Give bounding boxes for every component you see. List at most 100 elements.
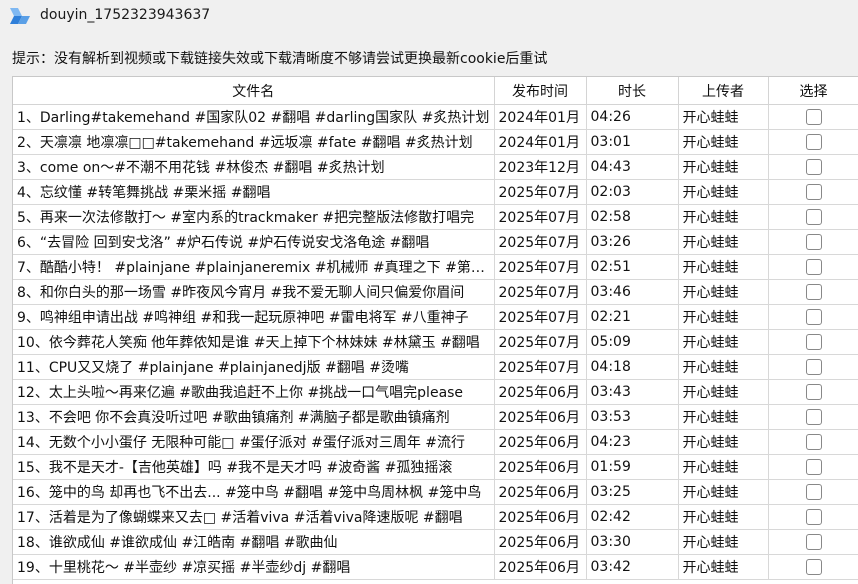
table-row[interactable]: 16、笼中的鸟 却再也飞不出去... #笼中鸟 #翻唱 #笼中鸟周林枫 #笼中鸟…	[13, 479, 858, 505]
cell-publish-date: 2025年07月	[494, 354, 587, 380]
select-checkbox[interactable]	[805, 459, 822, 475]
column-header-uploader[interactable]: 上传者	[678, 77, 769, 105]
cell-duration: 03:30	[586, 529, 679, 555]
cell-select	[768, 429, 858, 455]
cell-filename: 13、不会吧 你不会真没听过吧 #歌曲镇痛剂 #满脑子都是歌曲镇痛剂	[13, 404, 495, 430]
select-checkbox[interactable]	[805, 509, 822, 525]
select-checkbox[interactable]	[805, 534, 822, 550]
cell-uploader: 开心蛙蛙	[678, 129, 769, 155]
cell-filename: 18、谁欲成仙 #谁欲成仙 #江皓南 #翻唱 #歌曲仙	[13, 529, 495, 555]
cell-publish-date: 2025年07月	[494, 254, 587, 280]
cell-select	[768, 454, 858, 480]
cell-publish-date: 2024年01月	[494, 129, 587, 155]
cell-publish-date: 2025年07月	[494, 179, 587, 205]
table-row[interactable]: 4、忘纹懂 #转笔舞挑战 #栗米摇 #翻唱 2025年07月 02:03 开心蛙蛙	[13, 179, 858, 205]
cell-uploader: 开心蛙蛙	[678, 104, 769, 130]
cell-duration: 03:46	[586, 279, 679, 305]
cell-publish-date: 2025年07月	[494, 204, 587, 230]
table-row[interactable]: 9、鸣神组申请出战 #鸣神组 #和我一起玩原神吧 #雷电将军 #八重神子 2025…	[13, 304, 858, 330]
cell-duration: 02:42	[586, 504, 679, 530]
cell-publish-date: 2025年07月	[494, 279, 587, 305]
select-checkbox[interactable]	[805, 259, 822, 275]
cell-publish-date: 2025年07月	[494, 329, 587, 355]
cell-publish-date: 2024年01月	[494, 104, 587, 130]
cell-uploader: 开心蛙蛙	[678, 279, 769, 305]
table-row[interactable]: 5、再来一次法修散打～ #室内系的trackmaker #把完整版法修散打唱完 2…	[13, 204, 858, 230]
table-row[interactable]: 1、Darling#takemehand #国家队02 #翻唱 #darling…	[13, 104, 858, 130]
table-row[interactable]: 18、谁欲成仙 #谁欲成仙 #江皓南 #翻唱 #歌曲仙 2025年06月 03:30…	[13, 529, 858, 555]
table-row[interactable]: 13、不会吧 你不会真没听过吧 #歌曲镇痛剂 #满脑子都是歌曲镇痛剂 2025年0…	[13, 404, 858, 430]
cell-select	[768, 254, 858, 280]
column-header-select[interactable]: 选择	[768, 77, 858, 105]
select-checkbox[interactable]	[805, 384, 822, 400]
select-checkbox[interactable]	[805, 559, 822, 575]
cell-select	[768, 379, 858, 405]
cell-duration: 03:53	[586, 404, 679, 430]
table-row[interactable]: 7、酷酷小特！ #plainjane #plainjaneremix #机械师 …	[13, 254, 858, 280]
cell-filename: 4、忘纹懂 #转笔舞挑战 #栗米摇 #翻唱	[13, 179, 495, 205]
cell-filename: 11、CPU又又烧了 #plainjane #plainjanedj版 #翻唱 …	[13, 354, 495, 380]
cell-uploader: 开心蛙蛙	[678, 504, 769, 530]
cell-uploader: 开心蛙蛙	[678, 154, 769, 180]
table-row[interactable]: 6、“去冒险 回到安戈洛” #炉石传说 #炉石传说安戈洛龟途 #翻唱 2025年0…	[13, 229, 858, 255]
select-checkbox[interactable]	[805, 484, 822, 500]
table-row[interactable]: 12、太上头啦～再来亿遍 #歌曲我追赶不上你 #挑战一口气唱完please 202…	[13, 379, 858, 405]
cell-filename: 15、我不是天才-【吉他英雄】吗 #我不是天才吗 #波奇酱 #孤独摇滚	[13, 454, 495, 480]
cell-filename: 12、太上头啦～再来亿遍 #歌曲我追赶不上你 #挑战一口气唱完please	[13, 379, 495, 405]
column-header-filename[interactable]: 文件名	[13, 77, 495, 105]
select-checkbox[interactable]	[805, 234, 822, 250]
cell-select	[768, 304, 858, 330]
select-checkbox[interactable]	[805, 109, 822, 125]
table-row[interactable]: 15、我不是天才-【吉他英雄】吗 #我不是天才吗 #波奇酱 #孤独摇滚 2025年…	[13, 454, 858, 480]
cell-select	[768, 279, 858, 305]
table-row[interactable]: 10、依今葬花人笑痴 他年葬侬知是谁 #天上掉下个林妹妹 #林黛玉 #翻唱 202…	[13, 329, 858, 355]
cell-duration: 03:25	[586, 479, 679, 505]
cell-publish-date: 2025年07月	[494, 304, 587, 330]
cell-select	[768, 229, 858, 255]
cell-publish-date: 2025年06月	[494, 479, 587, 505]
cell-duration: 02:58	[586, 204, 679, 230]
select-checkbox[interactable]	[805, 209, 822, 225]
table-row[interactable]: 14、无数个小小蛋仔 无限种可能□ #蛋仔派对 #蛋仔派对三周年 #流行 2025…	[13, 429, 858, 455]
cell-duration: 04:18	[586, 354, 679, 380]
cell-duration: 01:59	[586, 454, 679, 480]
cell-uploader: 开心蛙蛙	[678, 304, 769, 330]
cell-duration: 04:43	[586, 154, 679, 180]
select-checkbox[interactable]	[805, 359, 822, 375]
cell-uploader: 开心蛙蛙	[678, 454, 769, 480]
select-checkbox[interactable]	[805, 284, 822, 300]
cell-select	[768, 504, 858, 530]
select-checkbox[interactable]	[805, 309, 822, 325]
select-checkbox[interactable]	[805, 134, 822, 150]
table-row[interactable]: 8、和你白头的那一场雪 #昨夜风今宵月 #我不爱无聊人间只偏爱你眉间 2025年0…	[13, 279, 858, 305]
column-header-publish-date[interactable]: 发布时间	[494, 77, 587, 105]
select-checkbox[interactable]	[805, 409, 822, 425]
cell-duration: 02:03	[586, 179, 679, 205]
cell-publish-date: 2025年06月	[494, 454, 587, 480]
cell-select	[768, 479, 858, 505]
table-row[interactable]: 17、活着是为了像蝴蝶来又去□ #活着viva #活着viva降速版呢 #翻唱 2…	[13, 504, 858, 530]
cell-filename: 5、再来一次法修散打～ #室内系的trackmaker #把完整版法修散打唱完	[13, 204, 495, 230]
file-table-container[interactable]: 文件名 发布时间 时长 上传者 选择 1、Darling#takemehand …	[12, 76, 858, 584]
column-header-duration[interactable]: 时长	[586, 77, 679, 105]
cell-duration: 02:21	[586, 304, 679, 330]
table-row[interactable]: 2、天凛凛 地凛凛□□#takemehand #远坂凛 #fate #翻唱 #炙…	[13, 129, 858, 155]
table-row[interactable]: 3、come on～#不潮不用花钱 #林俊杰 #翻唱 #炙热计划 2023年12月…	[13, 154, 858, 180]
table-row[interactable]: 19、十里桃花～ #半壶纱 #凉买摇 #半壶纱dj #翻唱 2025年06月 03:…	[13, 554, 858, 580]
app-logo-icon	[10, 8, 30, 24]
cell-uploader: 开心蛙蛙	[678, 554, 769, 580]
file-table: 文件名 发布时间 时长 上传者 选择 1、Darling#takemehand …	[13, 77, 858, 580]
cell-filename: 6、“去冒险 回到安戈洛” #炉石传说 #炉石传说安戈洛龟途 #翻唱	[13, 229, 495, 255]
select-checkbox[interactable]	[805, 434, 822, 450]
table-row[interactable]: 11、CPU又又烧了 #plainjane #plainjanedj版 #翻唱 …	[13, 354, 858, 380]
cell-filename: 9、鸣神组申请出战 #鸣神组 #和我一起玩原神吧 #雷电将军 #八重神子	[13, 304, 495, 330]
cell-uploader: 开心蛙蛙	[678, 329, 769, 355]
cell-duration: 05:09	[586, 329, 679, 355]
cell-uploader: 开心蛙蛙	[678, 254, 769, 280]
cell-uploader: 开心蛙蛙	[678, 354, 769, 380]
select-checkbox[interactable]	[805, 159, 822, 175]
select-checkbox[interactable]	[805, 184, 822, 200]
cell-publish-date: 2025年06月	[494, 504, 587, 530]
cell-publish-date: 2025年06月	[494, 529, 587, 555]
select-checkbox[interactable]	[805, 334, 822, 350]
